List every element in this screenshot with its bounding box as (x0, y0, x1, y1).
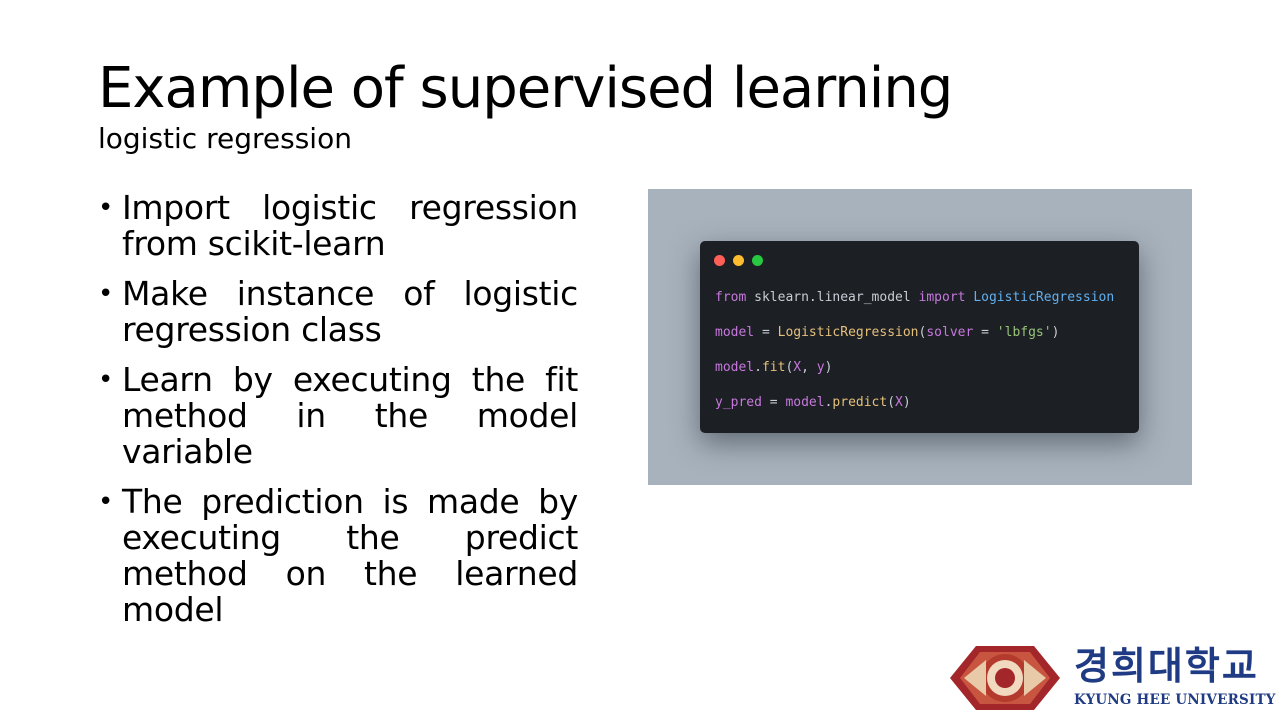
code-token: X (793, 360, 802, 375)
code-token: ) (902, 395, 911, 410)
code-token: from (715, 290, 755, 305)
code-block: from sklearn.linear_model import Logisti… (715, 289, 1114, 429)
bullet-item: • The prediction is made by executing the… (98, 484, 578, 628)
university-logo: 경희대학교 KYUNG HEE UNIVERSITY (946, 640, 1275, 716)
code-token: import (918, 290, 974, 305)
code-token: LogisticRegression (777, 325, 919, 340)
code-token: ) (824, 360, 833, 375)
bullet-text: Import logistic regression from scikit-l… (122, 188, 578, 263)
code-token: , (801, 360, 817, 375)
code-line: model = LogisticRegression(solver = 'lbf… (715, 324, 1114, 359)
code-token: ) (1051, 325, 1060, 340)
code-token: model (785, 395, 825, 410)
code-line: model.fit(X, y) (715, 359, 1114, 394)
code-window: from sklearn.linear_model import Logisti… (700, 241, 1139, 433)
bullet-item: • Make instance of logistic regression cl… (98, 276, 578, 348)
close-dot-icon (714, 255, 725, 266)
code-token: LogisticRegression (973, 290, 1115, 305)
code-token: y_pred (715, 395, 770, 410)
code-token: sklearn.linear_model (754, 290, 919, 305)
code-token: = (981, 325, 997, 340)
bullet-icon: • (98, 487, 114, 517)
english-university-name: KYUNG HEE UNIVERSITY (1074, 692, 1276, 708)
bullet-text: Make instance of logistic regression cla… (122, 274, 578, 349)
code-token: X (895, 395, 903, 410)
code-token: model (715, 360, 755, 375)
bullet-icon: • (98, 279, 114, 309)
university-emblem-icon (950, 646, 1060, 710)
korean-university-name: 경희대학교 (1074, 644, 1259, 688)
code-token: . (754, 360, 762, 375)
code-token: = (761, 325, 778, 340)
code-token: y (816, 360, 825, 375)
bullet-text: The prediction is made by executing the … (122, 482, 578, 629)
code-line: from sklearn.linear_model import Logisti… (715, 289, 1114, 324)
minimize-dot-icon (733, 255, 744, 266)
bullet-item: • Import logistic regression from scikit-… (98, 190, 578, 262)
window-controls (714, 255, 763, 266)
slide-subtitle: logistic regression (98, 122, 352, 155)
code-token: fit (761, 360, 786, 375)
bullet-item: • Learn by executing the fit method in th… (98, 362, 578, 470)
slide-title: Example of supervised learning (98, 56, 953, 121)
bullet-icon: • (98, 365, 114, 395)
bullet-icon: • (98, 193, 114, 223)
bullet-text: Learn by executing the fit method in the… (122, 360, 578, 471)
code-token: = (769, 395, 786, 410)
code-token: predict (832, 395, 888, 410)
code-line: y_pred = model.predict(X) (715, 394, 1114, 429)
code-token: solver (926, 325, 982, 340)
code-screenshot: from sklearn.linear_model import Logisti… (648, 189, 1192, 485)
code-token: model (715, 325, 762, 340)
code-token: ( (887, 395, 896, 410)
code-token: 'lbfgs' (996, 325, 1052, 340)
bullet-list: • Import logistic regression from scikit-… (98, 190, 578, 642)
maximize-dot-icon (752, 255, 763, 266)
